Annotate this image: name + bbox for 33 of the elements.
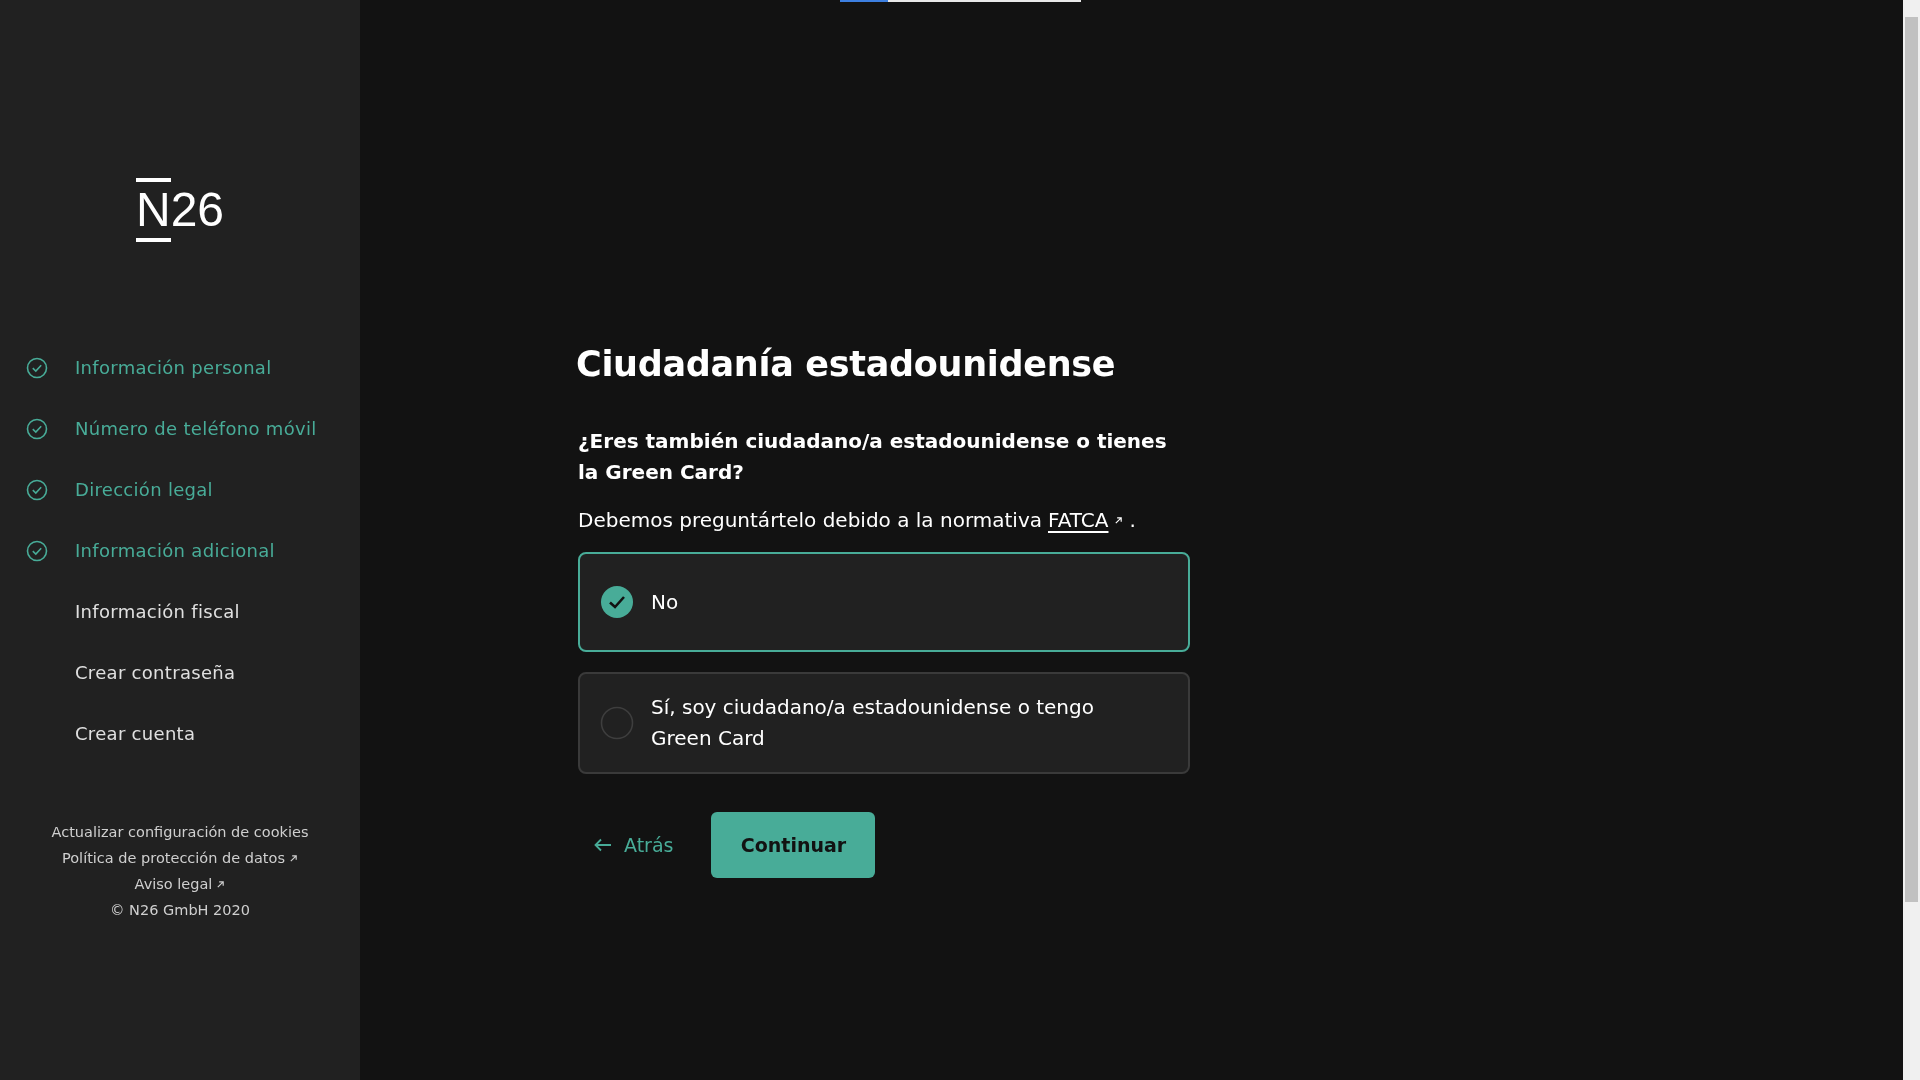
- check-circle-icon: [26, 417, 48, 440]
- step-item[interactable]: Información personal: [0, 337, 360, 398]
- check-circle-icon: [26, 478, 48, 501]
- option-card[interactable]: No: [578, 552, 1190, 652]
- radio-icon: [600, 706, 634, 740]
- arrow-left-icon: [594, 838, 612, 852]
- step-item[interactable]: Dirección legal: [0, 459, 360, 520]
- footer-link[interactable]: Política de protección de datos: [62, 850, 298, 866]
- fatca-link[interactable]: FATCA: [1048, 508, 1109, 532]
- step-item[interactable]: Información fiscal: [0, 581, 360, 642]
- footer-link[interactable]: Actualizar configuración de cookies: [51, 824, 309, 840]
- check-circle-icon: [26, 539, 48, 562]
- scrollbar-thumb[interactable]: [1905, 17, 1918, 902]
- option-card[interactable]: Sí, soy ciudadano/a estadounidense o tengo Green Card: [578, 672, 1190, 774]
- step-item[interactable]: Crear cuenta: [0, 703, 360, 764]
- external-link-icon: [216, 879, 226, 889]
- scrollbar[interactable]: [1903, 0, 1920, 1080]
- question: ¿Eres también ciudadano/a estadounidense o tienes la Green Card?: [578, 428, 1168, 486]
- step-item[interactable]: Número de teléfono móvil: [0, 398, 360, 459]
- continue-button[interactable]: Continuar: [711, 812, 876, 878]
- footer-link[interactable]: Aviso legal: [134, 876, 226, 892]
- external-link-icon: [1114, 515, 1124, 525]
- note-period: .: [1129, 508, 1136, 532]
- step-item[interactable]: Información adicional: [0, 520, 360, 581]
- radio-checked-icon: [600, 585, 634, 619]
- note-text: Debemos preguntártelo debido a la normativa: [578, 508, 1042, 532]
- page-title: Ciudadanía estadounidense: [576, 344, 1117, 384]
- copyright: © N26 GmbH 2020: [110, 902, 250, 918]
- external-link-icon: [289, 853, 298, 863]
- check-circle-icon: [26, 356, 48, 379]
- logo: N26: [135, 178, 225, 242]
- step-item[interactable]: Crear contraseña: [0, 642, 360, 703]
- back-button[interactable]: Atrás: [578, 824, 690, 866]
